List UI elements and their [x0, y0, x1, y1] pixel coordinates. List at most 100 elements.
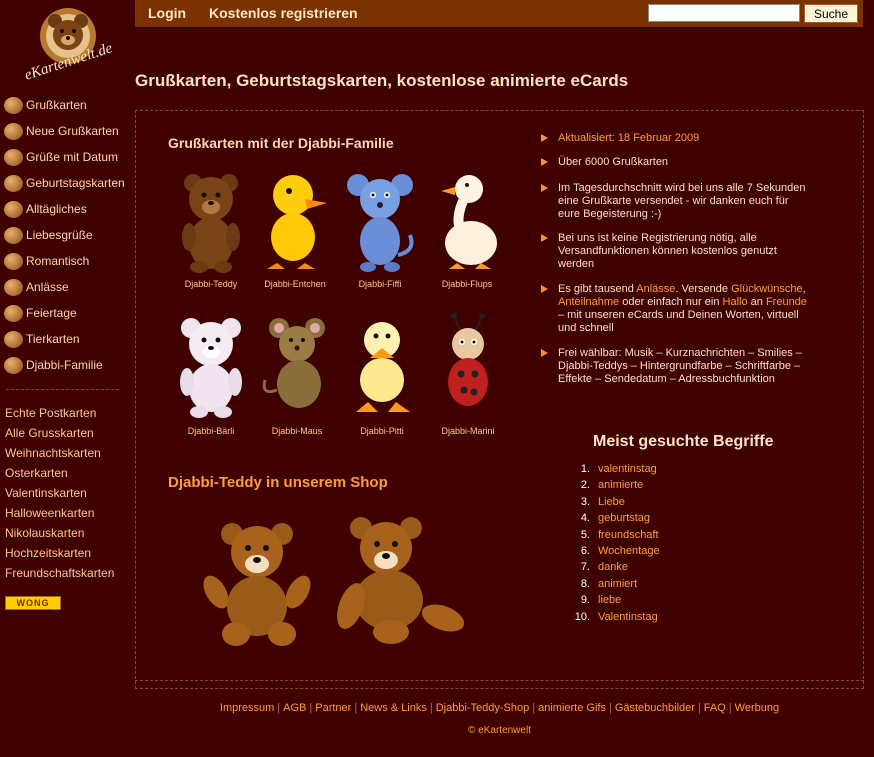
sidebar-link-hochzeitskarten[interactable]: Hochzeitskarten	[5, 543, 133, 563]
calendar-icon	[4, 148, 23, 166]
info-card-count: Über 6000 Grußkarten	[541, 156, 807, 169]
freunde-link[interactable]: Freunde	[766, 296, 807, 308]
smiley-icon	[4, 200, 23, 218]
figure-caption: Djabbi-Fiffi	[358, 279, 402, 289]
list-item: 10. Valentinstag	[574, 610, 658, 623]
list-item: 9. liebe	[580, 594, 622, 607]
bullet-arrow-icon	[541, 285, 548, 293]
flups-image	[441, 175, 497, 269]
info-occasions: Es gibt tausend Anlässe. Versende Glückw…	[541, 283, 807, 335]
footer-link-partner[interactable]: Partner	[315, 702, 351, 714]
top-bar: Login Kostenlos registrieren Suche	[135, 0, 863, 27]
footer-link-werbung[interactable]: Werbung	[735, 702, 779, 714]
sidebar-item-anlaesse[interactable]: Anlässe	[4, 274, 134, 300]
shop-section-title: Djabbi-Teddy in unserem Shop	[168, 474, 388, 491]
santa-hat-icon	[4, 304, 23, 322]
sidebar-link-echte-postkarten[interactable]: Echte Postkarten	[5, 403, 133, 423]
teddy-image	[182, 174, 240, 273]
list-item: 2. animierte	[580, 479, 644, 492]
search-input[interactable]	[648, 4, 800, 22]
figure-djabbi-marini[interactable]: Djabbi-Marini	[424, 312, 512, 436]
sidebar-link-nikolauskarten[interactable]: Nikolauskarten	[5, 523, 133, 543]
sidebar-link-osterkarten[interactable]: Osterkarten	[5, 463, 133, 483]
marini-image	[448, 313, 488, 406]
footer-link-shop[interactable]: Djabbi-Teddy-Shop	[436, 702, 530, 714]
footer-link-news[interactable]: News & Links	[360, 702, 427, 714]
duck-icon	[4, 356, 23, 374]
gift-icon	[4, 278, 23, 296]
sidebar-item-gruesse-mit-datum[interactable]: Grüße mit Datum	[4, 144, 134, 170]
shop-teddy-reclining[interactable]	[331, 510, 467, 651]
figure-djabbi-fiffi[interactable]: Djabbi-Fiffi	[336, 165, 424, 289]
info-updated: Aktualisiert: 18 Februar 2009	[541, 132, 807, 145]
pitti-image	[356, 322, 410, 412]
maus-image	[262, 318, 325, 408]
popular-terms-list: 1. valentinstag 2. animierte 3. Liebe 4. geb…	[570, 463, 770, 627]
sidebar-link-valentinskarten[interactable]: Valentinskarten	[5, 483, 133, 503]
sidebar-item-tierkarten[interactable]: Tierkarten	[4, 326, 134, 352]
footer-links: Impressum | AGB | Partner | News & Links | Djabb…	[219, 702, 780, 714]
hallo-link[interactable]: Hallo	[723, 296, 748, 308]
figure-djabbi-teddy[interactable]: Djabbi-Teddy	[167, 165, 255, 289]
list-item: 7. danke	[580, 561, 628, 574]
fiffi-image	[347, 174, 414, 272]
info-no-registration: Bei uns ist keine Registrierung nötig, a…	[541, 232, 807, 271]
top-nav: Login Kostenlos registrieren	[148, 5, 377, 21]
house-icon	[4, 96, 23, 114]
sidebar-divider	[6, 389, 119, 390]
footer-link-agb[interactable]: AGB	[283, 702, 306, 714]
figure-djabbi-maus[interactable]: Djabbi-Maus	[253, 312, 341, 436]
list-item: 1. valentinstag	[580, 463, 657, 475]
figure-caption: Djabbi-Pitti	[360, 426, 404, 436]
figure-caption: Djabbi-Flups	[441, 279, 493, 289]
heart-icon	[4, 226, 23, 244]
list-item: 4. geburtstag	[580, 512, 650, 525]
figure-caption: Djabbi-Teddy	[184, 279, 238, 289]
sidebar-link-alle-grusskarten[interactable]: Alle Grusskarten	[5, 423, 133, 443]
bullet-arrow-icon	[541, 349, 548, 357]
figure-djabbi-pitti[interactable]: Djabbi-Pitti	[338, 312, 426, 436]
baerli-image	[180, 318, 242, 418]
sidebar-item-djabbi-familie[interactable]: Djabbi-Familie	[4, 352, 134, 378]
duckling-image	[267, 175, 327, 269]
figure-djabbi-baerli[interactable]: Djabbi-Bärli	[167, 312, 255, 436]
sidebar-item-feiertage[interactable]: Feiertage	[4, 300, 134, 326]
sidebar-categories: Grußkarten Neue Grußkarten Grüße mit Dat…	[4, 92, 134, 378]
bullet-arrow-icon	[541, 184, 548, 192]
footer-link-impressum[interactable]: Impressum	[220, 702, 274, 714]
figure-caption: Djabbi-Maus	[271, 426, 323, 436]
sidebar-link-weihnachtskarten[interactable]: Weihnachtskarten	[5, 443, 133, 463]
birthday-cake-icon	[4, 174, 23, 192]
shop-teddy-sitting[interactable]	[202, 512, 314, 655]
list-item: 8. animiert	[580, 577, 638, 590]
search-button[interactable]: Suche	[804, 4, 858, 23]
figure-djabbi-entchen[interactable]: Djabbi-Entchen	[251, 165, 339, 289]
login-link[interactable]: Login	[148, 5, 186, 21]
footer-link-gaestebuch[interactable]: Gästebuchbilder	[615, 702, 695, 714]
list-item: 6. Wochentage	[580, 544, 660, 557]
family-section-title: Grußkarten mit der Djabbi-Familie	[168, 135, 394, 151]
bullet-arrow-icon	[541, 158, 548, 166]
anlaesse-link[interactable]: Anlässe	[636, 283, 675, 295]
sidebar-link-halloweenkarten[interactable]: Halloweenkarten	[5, 503, 133, 523]
bullet-arrow-icon	[541, 134, 548, 142]
sidebar-item-liebesgruesse[interactable]: Liebesgrüße	[4, 222, 134, 248]
anteilnahme-link[interactable]: Anteilnahme	[558, 296, 619, 308]
site-logo[interactable]: eKartenwelt.de	[18, 4, 128, 84]
sidebar-item-romantisch[interactable]: Romantisch	[4, 248, 134, 274]
sidebar-item-geburtstagskarten[interactable]: Geburtstagskarten	[4, 170, 134, 196]
sidebar-item-grusskarten[interactable]: Grußkarten	[4, 92, 134, 118]
rose-icon	[4, 252, 23, 270]
copyright: © eKartenwelt	[468, 725, 531, 736]
wong-badge[interactable]: WONG	[5, 596, 61, 610]
footer-link-gifs[interactable]: animierte Gifs	[538, 702, 606, 714]
sidebar-item-neue-grusskarten[interactable]: Neue Grußkarten	[4, 118, 134, 144]
bullet-arrow-icon	[541, 234, 548, 242]
figure-djabbi-flups[interactable]: Djabbi-Flups	[423, 165, 511, 289]
sidebar-link-freundschaftskarten[interactable]: Freundschaftskarten	[5, 563, 133, 583]
register-link[interactable]: Kostenlos registrieren	[209, 5, 358, 21]
sidebar-item-alltaegliches[interactable]: Alltägliches	[4, 196, 134, 222]
list-item: 5. freundschaft	[580, 528, 659, 541]
footer-link-faq[interactable]: FAQ	[704, 702, 726, 714]
glueckwuensche-link[interactable]: Glückwünsche	[731, 283, 803, 295]
